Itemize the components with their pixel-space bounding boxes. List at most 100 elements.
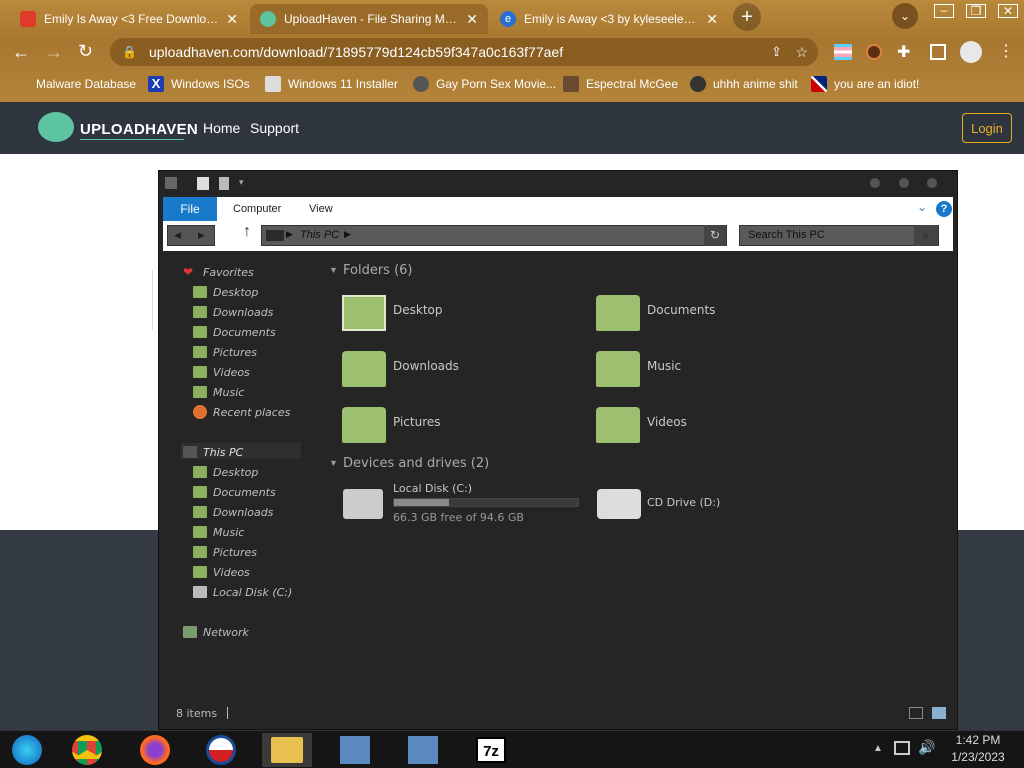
- hard-drive-icon[interactable]: [343, 489, 383, 519]
- clock-date[interactable]: 1/23/2023: [946, 750, 1010, 764]
- downloads-folder-icon[interactable]: [342, 351, 386, 387]
- bookmark-anime[interactable]: uhhh anime shit: [690, 74, 798, 94]
- network-icon[interactable]: [894, 741, 910, 755]
- back-arrow-icon[interactable]: ←: [12, 42, 30, 63]
- videos-folder-icon[interactable]: [596, 407, 640, 443]
- up-arrow-icon[interactable]: ↑: [243, 223, 251, 241]
- bookmark-star-icon[interactable]: ☆: [795, 44, 808, 61]
- show-hidden-icons-icon[interactable]: ▲: [873, 743, 883, 754]
- bookmark-espectral-mcgee[interactable]: Espectral McGee: [563, 74, 678, 94]
- fav-documents[interactable]: Documents: [213, 326, 276, 339]
- bookmark-movie[interactable]: Gay Porn Sex Movie...: [413, 74, 556, 94]
- fav-desktop[interactable]: Desktop: [213, 286, 258, 299]
- ribbon-tab-computer[interactable]: Computer: [233, 203, 281, 215]
- refresh-icon[interactable]: ↻: [704, 225, 726, 246]
- path-this-pc[interactable]: This PC: [300, 229, 339, 241]
- taskbar-chrome[interactable]: [62, 733, 112, 767]
- tab-uploadhaven[interactable]: UploadHaven - File Sharing Made ✕: [250, 4, 488, 34]
- bookmark-windows-isos[interactable]: X Windows ISOs: [148, 74, 250, 94]
- address-bar[interactable]: 🔒 uploadhaven.com/download/71895779d124c…: [110, 38, 818, 66]
- nav-this-pc[interactable]: This PC: [203, 446, 243, 459]
- pc-downloads[interactable]: Downloads: [213, 506, 273, 519]
- forward-icon[interactable]: ▶: [198, 230, 205, 241]
- bookmark-you-are-an-idiot[interactable]: you are an idiot!: [811, 74, 919, 94]
- collapse-chevron-icon[interactable]: ▼: [329, 265, 338, 275]
- address-box[interactable]: ▶ This PC ▶ ↻: [261, 225, 727, 246]
- fav-downloads[interactable]: Downloads: [213, 306, 273, 319]
- profile-avatar-icon[interactable]: [960, 41, 982, 63]
- forward-arrow-icon[interactable]: →: [45, 42, 63, 63]
- ribbon-tab-view[interactable]: View: [309, 203, 333, 215]
- devices-header[interactable]: Devices and drives (2): [343, 456, 489, 471]
- close-window-button[interactable]: ✕: [998, 4, 1018, 18]
- pc-music[interactable]: Music: [213, 526, 244, 539]
- collapse-chevron-icon[interactable]: ▼: [329, 458, 338, 468]
- pc-desktop[interactable]: Desktop: [213, 466, 258, 479]
- ribbon-tab-file[interactable]: File: [163, 197, 217, 221]
- taskbar-file-explorer[interactable]: [262, 733, 312, 767]
- pc-videos[interactable]: Videos: [213, 566, 250, 579]
- drive-c-name[interactable]: Local Disk (C:): [393, 482, 472, 495]
- folder-desktop[interactable]: Desktop: [393, 303, 443, 317]
- bookmark-malware-database[interactable]: Malware Database: [36, 74, 136, 94]
- maximize-button[interactable]: ❐: [966, 4, 986, 18]
- properties-icon[interactable]: [197, 177, 209, 190]
- details-view-icon[interactable]: [909, 707, 923, 719]
- extensions-puzzle-icon[interactable]: ✚: [897, 42, 910, 62]
- nav-favorites[interactable]: Favorites: [203, 266, 254, 279]
- search-box[interactable]: Search This PC ⌕: [739, 225, 939, 246]
- new-folder-icon[interactable]: [219, 177, 229, 190]
- minimize-button[interactable]: –: [934, 4, 954, 18]
- taskbar-firefox[interactable]: [130, 733, 180, 767]
- nav-support[interactable]: Support: [250, 120, 299, 136]
- close-icon[interactable]: ✕: [466, 11, 478, 28]
- side-panel-icon[interactable]: [930, 44, 946, 60]
- fav-pictures[interactable]: Pictures: [213, 346, 257, 359]
- folders-header[interactable]: Folders (6): [343, 263, 413, 278]
- folder-documents[interactable]: Documents: [647, 303, 715, 317]
- desktop-folder-icon[interactable]: [342, 295, 386, 331]
- folder-videos[interactable]: Videos: [647, 415, 687, 429]
- reload-icon[interactable]: ↻: [78, 41, 93, 62]
- start-button[interactable]: [2, 733, 52, 767]
- nav-home[interactable]: Home: [203, 120, 240, 136]
- close-icon[interactable]: ✕: [226, 11, 238, 28]
- quick-access-dropdown-icon[interactable]: ▾: [239, 177, 244, 188]
- drive-d-name[interactable]: CD Drive (D:): [647, 496, 720, 509]
- clock-time[interactable]: 1:42 PM: [946, 733, 1010, 747]
- pc-local-disk[interactable]: Local Disk (C:): [213, 586, 292, 599]
- new-tab-button[interactable]: +: [733, 3, 761, 31]
- site-logo-text[interactable]: UPLOADHAVEN: [80, 121, 198, 138]
- search-icon[interactable]: ⌕: [914, 225, 938, 246]
- folder-pictures[interactable]: Pictures: [393, 415, 441, 429]
- maximize-button[interactable]: [899, 178, 909, 188]
- taskbar-7zip[interactable]: 7z: [466, 733, 516, 767]
- close-button[interactable]: [927, 178, 937, 188]
- folder-music[interactable]: Music: [647, 359, 681, 373]
- nav-network[interactable]: Network: [203, 626, 249, 639]
- cd-drive-icon[interactable]: [597, 489, 641, 519]
- close-icon[interactable]: ✕: [706, 11, 718, 28]
- tab-emily-kyleseeley[interactable]: e Emily is Away <3 by kyleseeley23 ✕: [490, 4, 728, 34]
- share-icon[interactable]: ⇪: [771, 44, 782, 60]
- tab-search-button[interactable]: ⌄: [892, 3, 918, 29]
- pc-documents[interactable]: Documents: [213, 486, 276, 499]
- minimize-button[interactable]: [870, 178, 880, 188]
- music-folder-icon[interactable]: [596, 351, 640, 387]
- menu-kebab-icon[interactable]: ⋮: [998, 41, 1014, 61]
- documents-folder-icon[interactable]: [596, 295, 640, 331]
- large-icons-view-icon[interactable]: [932, 707, 946, 719]
- tab-emily-download[interactable]: Emily Is Away <3 Free Download ✕: [10, 4, 248, 34]
- expand-ribbon-icon[interactable]: ⌄: [917, 200, 927, 214]
- pictures-folder-icon[interactable]: [342, 407, 386, 443]
- taskbar-obama[interactable]: [196, 733, 246, 767]
- taskbar-installer-1[interactable]: [330, 733, 380, 767]
- bookmark-windows-11-installer[interactable]: Windows 11 Installer: [265, 74, 398, 94]
- volume-icon[interactable]: 🔊: [918, 739, 935, 756]
- fav-videos[interactable]: Videos: [213, 366, 250, 379]
- pride-flag-extension-icon[interactable]: [834, 44, 852, 60]
- back-icon[interactable]: ◀: [174, 230, 181, 241]
- fav-recent-places[interactable]: Recent places: [213, 406, 290, 419]
- pc-pictures[interactable]: Pictures: [213, 546, 257, 559]
- taskbar-installer-2[interactable]: [398, 733, 448, 767]
